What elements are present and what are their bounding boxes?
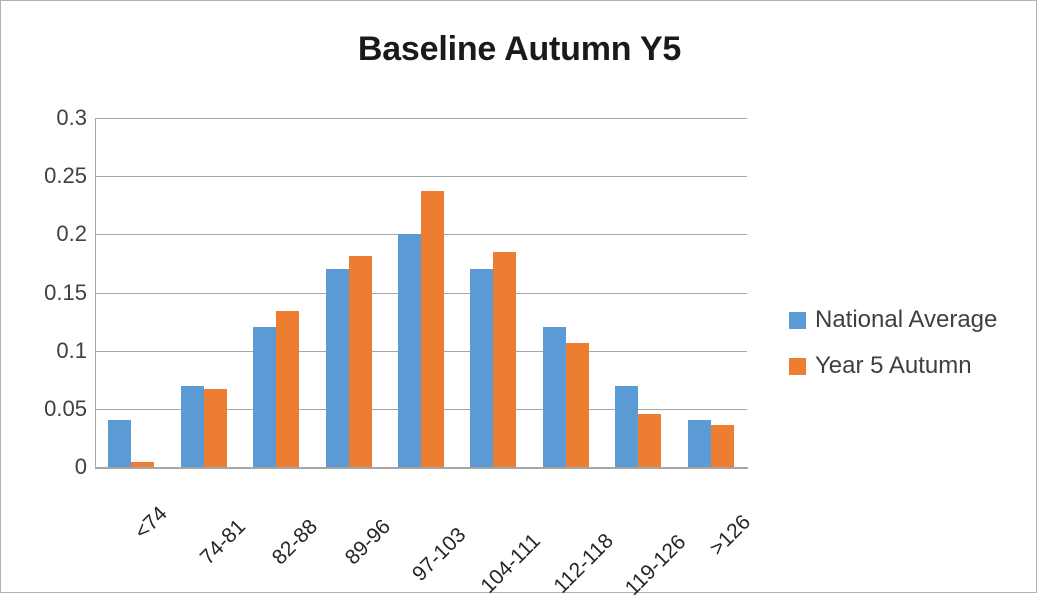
- bar[interactable]: [687, 420, 711, 467]
- bar-group: [312, 118, 384, 467]
- x-axis-tick-label: >126: [705, 510, 755, 561]
- bar[interactable]: [710, 425, 734, 467]
- bar-group: [675, 118, 747, 467]
- bar[interactable]: [276, 311, 300, 467]
- legend-label: Year 5 Autumn: [815, 352, 972, 379]
- bar[interactable]: [180, 385, 204, 467]
- bar-group: [385, 118, 457, 467]
- x-axis-tick-label: 97-103: [407, 523, 471, 586]
- bar[interactable]: [108, 420, 132, 467]
- bar-group: [530, 118, 602, 467]
- x-axis-tick-label: 119-126: [621, 530, 691, 601]
- y-axis-tick-label: 0.2: [56, 221, 87, 247]
- bar[interactable]: [493, 251, 517, 467]
- x-axis-tick-label: 104-111: [476, 529, 546, 598]
- bar-group: [95, 118, 167, 467]
- bar-group: [602, 118, 674, 467]
- y-axis: 0.3 0.25 0.2 0.15 0.1 0.05 0: [9, 105, 87, 479]
- bar[interactable]: [325, 269, 349, 467]
- x-axis-tick-label: 82-88: [267, 514, 323, 570]
- plot-area: [95, 118, 747, 467]
- legend-swatch-icon: [789, 357, 806, 375]
- chart-title: Baseline Autumn Y5: [357, 30, 682, 68]
- y-axis-tick-label: 0.1: [56, 337, 87, 363]
- bar[interactable]: [638, 413, 662, 467]
- bar[interactable]: [420, 191, 444, 467]
- y-axis-tick-label: 0.15: [44, 279, 87, 305]
- chart-container: Baseline Autumn Y5 0.3 0.25 0.2 0.15 0.1 0.05…: [0, 0, 1037, 600]
- y-axis-tick-label: 0: [74, 454, 87, 479]
- bar[interactable]: [542, 327, 566, 467]
- bar[interactable]: [253, 327, 277, 467]
- x-axis-line: [95, 467, 748, 469]
- legend-item[interactable]: National Average: [789, 297, 1024, 343]
- chart-legend: National Average Year 5 Autumn: [789, 297, 1024, 389]
- x-axis-tick-label: 74-81: [195, 514, 250, 570]
- x-axis-tick-label: <74: [130, 502, 172, 544]
- bar[interactable]: [470, 269, 494, 467]
- bar-group: [457, 118, 529, 467]
- bar[interactable]: [615, 385, 639, 467]
- bar[interactable]: [203, 389, 227, 467]
- y-axis-tick-label: 0.3: [56, 105, 87, 130]
- legend-swatch-icon: [789, 311, 806, 329]
- y-axis-tick-label: 0.05: [44, 395, 87, 421]
- bar-group: [240, 118, 312, 467]
- bar[interactable]: [397, 234, 421, 467]
- bar[interactable]: [131, 462, 155, 467]
- x-axis: <74 74-81 82-88 89-96 97-103 104-111 112-118 11…: [95, 471, 754, 600]
- x-axis-tick-label: 112-118: [549, 529, 618, 598]
- bar[interactable]: [565, 342, 589, 467]
- bar-group: [167, 118, 239, 467]
- legend-item[interactable]: Year 5 Autumn: [789, 343, 1024, 389]
- y-axis-tick-label: 0.25: [44, 163, 87, 189]
- x-axis-tick-label: 89-96: [340, 514, 395, 570]
- legend-label: National Average: [815, 306, 998, 333]
- bar[interactable]: [348, 256, 372, 467]
